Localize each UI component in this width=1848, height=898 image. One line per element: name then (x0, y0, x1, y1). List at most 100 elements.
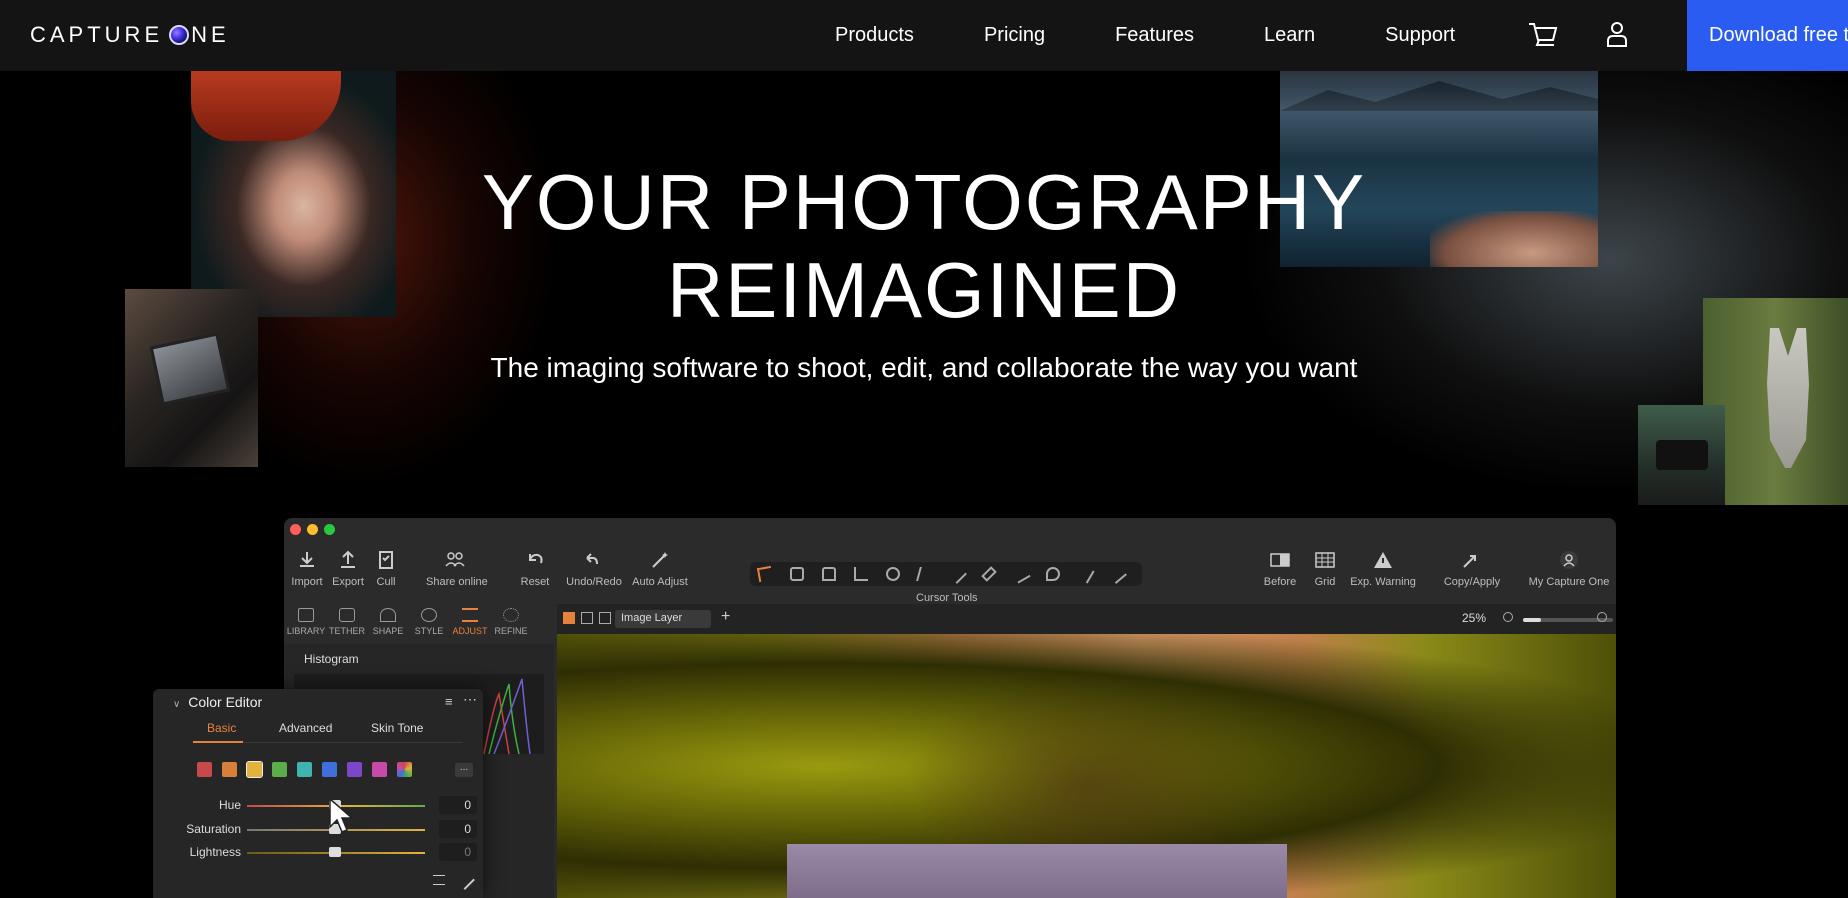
saturation-value[interactable]: 0 (439, 820, 477, 838)
tab-style[interactable]: STYLE (409, 608, 449, 636)
tab-basic[interactable]: Basic (207, 721, 236, 735)
lightness-slider-knob[interactable] (329, 847, 341, 857)
crop-icon[interactable] (854, 567, 868, 581)
viewer-toolbar: Image Layer + 25% (557, 604, 1616, 634)
undo-redo-label: Undo/Redo (566, 576, 622, 588)
eraser-icon[interactable] (981, 566, 997, 582)
hero-photo-photographer (1638, 405, 1725, 505)
cursor-tools-bar[interactable] (750, 562, 1142, 586)
swatch-yellow[interactable] (246, 761, 263, 778)
brush-icon[interactable] (947, 564, 967, 584)
picker-icon[interactable] (1075, 564, 1095, 584)
reset-button[interactable]: Reset (520, 542, 550, 588)
grid-view-icon[interactable] (563, 612, 575, 624)
radial-mask-icon[interactable] (1046, 567, 1060, 581)
swatch-green[interactable] (272, 762, 287, 777)
nav-link-support[interactable]: Support (1385, 24, 1455, 47)
saturation-slider-row: Saturation 0 (153, 820, 483, 840)
tab-tether-label: TETHER (329, 626, 365, 636)
swatch-orange[interactable] (222, 762, 237, 777)
layer-select-value: Image Layer (621, 612, 683, 624)
swatch-blue[interactable] (322, 762, 337, 777)
copy-apply-button[interactable]: Copy/Apply (1442, 542, 1502, 588)
tab-shape[interactable]: SHAPE (368, 608, 408, 636)
my-capture-one-button[interactable]: My Capture One (1528, 542, 1610, 588)
nav-link-products[interactable]: Products (835, 24, 914, 47)
capture-one-logo[interactable]: CAPTURE NE (30, 22, 230, 48)
main-viewer-image[interactable] (557, 634, 1616, 898)
download-free-trial-button[interactable]: Download free t (1687, 0, 1848, 71)
import-button[interactable]: Import (290, 542, 324, 588)
panel-more-icon[interactable]: ⋯ (463, 691, 477, 708)
keystone-icon[interactable] (916, 567, 934, 581)
select-cursor-icon[interactable] (756, 565, 774, 583)
swatch-red[interactable] (197, 762, 212, 777)
tab-refine[interactable]: REFINE (491, 608, 531, 636)
tab-adjust[interactable]: ADJUST (450, 608, 490, 636)
rotate-icon[interactable] (886, 567, 900, 581)
cull-label: Cull (376, 576, 396, 588)
before-after-icon (1270, 553, 1290, 567)
copy-apply-label: Copy/Apply (1443, 576, 1501, 588)
filmstrip-view-icon[interactable] (599, 612, 611, 624)
swatch-all-colors[interactable] (397, 762, 412, 777)
download-label: Download free t (1709, 24, 1848, 46)
eyedropper-icon[interactable] (455, 870, 475, 890)
top-nav: CAPTURE NE Products Pricing Features Lear… (0, 0, 1848, 71)
exp-warning-button[interactable]: Exp. Warning (1350, 542, 1416, 588)
collapse-chevron-icon[interactable]: ∨ (173, 699, 180, 710)
grid-icon (1315, 552, 1335, 568)
layer-select[interactable]: Image Layer (615, 610, 711, 628)
more-swatches-button[interactable]: ... (455, 763, 473, 777)
color-editor-panel: ∨ Color Editor ≡ ⋯ Basic Advanced Skin T… (153, 689, 483, 898)
nav-link-features[interactable]: Features (1115, 24, 1194, 47)
before-button[interactable]: Before (1260, 542, 1300, 588)
swatch-cyan[interactable] (297, 762, 312, 777)
user-icon[interactable] (1605, 20, 1629, 48)
zoom-in-icon[interactable] (1597, 612, 1607, 622)
color-swatches (197, 761, 422, 778)
magic-wand-icon (652, 552, 668, 568)
color-editor-title[interactable]: ∨ Color Editor (173, 694, 262, 710)
sliders-adjust-icon[interactable] (433, 875, 445, 885)
tab-advanced[interactable]: Advanced (279, 721, 332, 735)
nav-link-pricing[interactable]: Pricing (984, 24, 1045, 47)
copy-apply-icon (1463, 555, 1476, 568)
histogram-title: Histogram (304, 652, 359, 666)
export-button[interactable]: Export (330, 542, 366, 588)
tab-shape-label: SHAPE (372, 626, 404, 636)
app-window-mockup: Import Export Cull Share online Reset Un… (284, 518, 1616, 898)
tab-refine-label: REFINE (494, 626, 528, 636)
single-view-icon[interactable] (581, 612, 593, 624)
zoom-out-icon[interactable] (1503, 612, 1513, 622)
pan-icon[interactable] (790, 567, 804, 581)
annotate-icon[interactable] (1107, 564, 1127, 584)
share-online-button[interactable]: Share online (426, 542, 488, 588)
tab-library[interactable]: LIBRARY (286, 608, 326, 636)
nav-links: Products Pricing Features Learn Support (835, 0, 1455, 71)
cart-icon[interactable] (1527, 20, 1559, 50)
undo-redo-button[interactable]: Undo/Redo (566, 542, 622, 588)
app-toolbar: Import Export Cull Share online Reset Un… (284, 542, 1616, 604)
grid-button[interactable]: Grid (1308, 542, 1342, 588)
nav-link-learn[interactable]: Learn (1264, 24, 1315, 47)
tool-tabs: LIBRARY TETHER SHAPE STYLE ADJUST REFINE (284, 604, 554, 644)
tab-skin-tone[interactable]: Skin Tone (371, 721, 423, 735)
gradient-mask-icon[interactable] (1011, 564, 1031, 584)
panel-menu-icon[interactable]: ≡ (445, 694, 453, 709)
hue-value[interactable]: 0 (439, 796, 477, 814)
auto-adjust-button[interactable]: Auto Adjust (632, 542, 688, 588)
export-icon (341, 550, 355, 568)
hero-subhead: The imaging software to shoot, edit, and… (490, 352, 1358, 383)
loupe-icon[interactable] (822, 567, 836, 581)
saturation-label: Saturation (186, 822, 241, 836)
tab-library-label: LIBRARY (286, 626, 326, 636)
export-label: Export (332, 576, 364, 588)
swatch-magenta[interactable] (372, 762, 387, 777)
add-layer-icon[interactable]: + (721, 608, 730, 626)
swatch-purple[interactable] (347, 762, 362, 777)
tab-tether[interactable]: TETHER (327, 608, 367, 636)
cull-button[interactable]: Cull (372, 542, 400, 588)
lightness-value[interactable]: 0 (439, 843, 477, 861)
reset-icon (529, 553, 543, 564)
